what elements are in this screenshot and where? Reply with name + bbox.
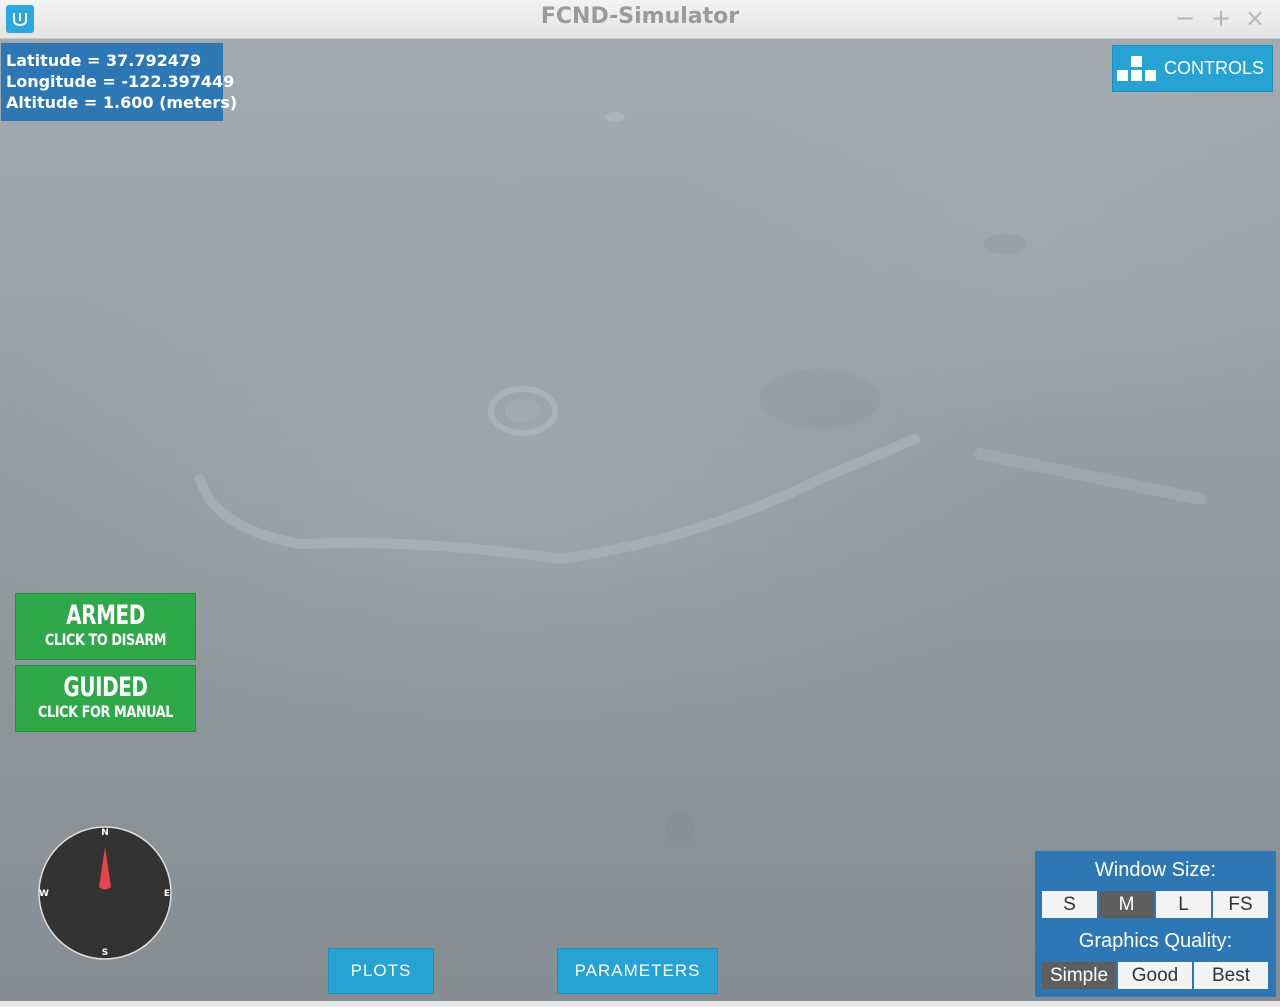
compass-icon: N S E W: [38, 826, 172, 960]
manual-hint-label: CLICK FOR MANUAL: [37, 702, 174, 721]
gps-readout-panel: Latitude = 37.792479 Longitude = -122.39…: [1, 43, 238, 121]
graphics-quality-option-good[interactable]: Good: [1118, 962, 1192, 989]
parameters-button[interactable]: PARAMETERS: [557, 948, 718, 994]
altitude-readout: Altitude = 1.600 (meters): [6, 93, 238, 112]
graphics-quality-options: Simple Good Best: [1042, 962, 1270, 989]
graphics-quality-option-simple[interactable]: Simple: [1042, 962, 1116, 989]
bottom-border: [0, 1001, 1280, 1007]
longitude-readout: Longitude = -122.397449: [6, 72, 235, 91]
simulator-window: FCND-Simulator − + × Latitude = 37.79247…: [0, 0, 1280, 1007]
compass-east-label: E: [164, 889, 170, 899]
guided-state-label: GUIDED: [63, 672, 148, 703]
close-icon[interactable]: ×: [1242, 4, 1268, 32]
window-title: FCND-Simulator: [540, 4, 740, 29]
disarm-hint-label: CLICK TO DISARM: [44, 630, 167, 649]
compass-south-label: S: [102, 948, 108, 958]
controls-button[interactable]: CONTROLS: [1112, 45, 1273, 92]
armed-state-label: ARMED: [66, 600, 145, 631]
graphics-quality-option-best[interactable]: Best: [1194, 962, 1268, 989]
window-size-option-m[interactable]: M: [1099, 891, 1154, 918]
minimize-icon[interactable]: −: [1172, 4, 1198, 32]
compass-north-label: N: [101, 828, 109, 838]
window-size-options: S M L FS: [1042, 891, 1270, 918]
controls-label: CONTROLS: [1164, 58, 1265, 78]
latitude-readout: Latitude = 37.792479: [6, 51, 202, 70]
window-size-option-s[interactable]: S: [1042, 891, 1097, 918]
window-size-option-l[interactable]: L: [1156, 891, 1211, 918]
display-settings-panel: Window Size: S M L FS Graphics Quality: …: [1035, 851, 1276, 997]
maximize-icon[interactable]: +: [1208, 4, 1234, 32]
compass-west-label: W: [39, 889, 49, 899]
window-size-heading: Window Size:: [1094, 859, 1217, 881]
graphics-quality-heading: Graphics Quality:: [1078, 930, 1233, 952]
arm-toggle-button[interactable]: ARMED CLICK TO DISARM: [15, 593, 196, 660]
window-size-option-fs[interactable]: FS: [1213, 891, 1268, 918]
blocks-icon: [1117, 55, 1156, 81]
mode-toggle-button[interactable]: GUIDED CLICK FOR MANUAL: [15, 665, 196, 732]
title-bar: FCND-Simulator − + ×: [0, 0, 1280, 39]
plots-button[interactable]: PLOTS: [328, 948, 434, 994]
